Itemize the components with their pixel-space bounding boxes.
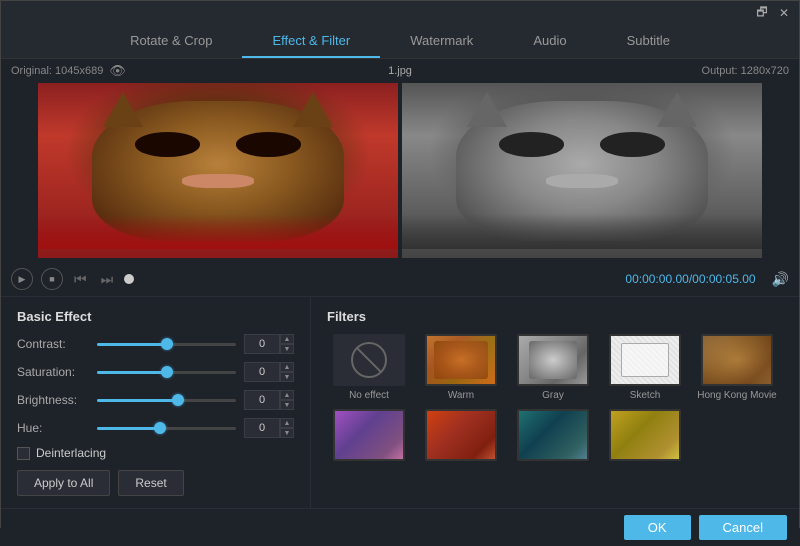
contrast-slider[interactable] [97,336,236,352]
contrast-spin-up[interactable]: ▲ [280,334,294,344]
tab-audio[interactable]: Audio [503,25,596,58]
stop-icon: ■ [49,274,54,284]
filter-warm-thumb [425,334,497,386]
filter-no-effect[interactable]: No effect [327,334,411,401]
close-button[interactable]: ✕ [777,6,791,20]
hue-row: Hue: 0 ▲ ▼ [17,418,294,438]
action-buttons: Apply to All Reset [17,470,294,496]
apply-to-all-button[interactable]: Apply to All [17,470,110,496]
filter-gray[interactable]: Gray [511,334,595,401]
tab-subtitle[interactable]: Subtitle [597,25,700,58]
filter-no-effect-thumb [333,334,405,386]
filter-no-effect-label: No effect [349,390,389,401]
skip-end-button[interactable]: ⏭ [98,269,117,290]
basic-effect-title: Basic Effect [17,309,294,324]
filter-teal[interactable] [511,409,595,465]
filter-hk-thumb [701,334,773,386]
deinterlace-row: Deinterlacing [17,446,294,460]
contrast-label: Contrast: [17,337,89,351]
saturation-label: Saturation: [17,365,89,379]
filter-hk[interactable]: Hong Kong Movie [695,334,779,401]
saturation-value-input[interactable]: 0 ▲ ▼ [244,362,294,382]
contrast-value[interactable]: 0 [244,334,280,354]
filter-sketch-thumb [609,334,681,386]
filter-gray-thumb [517,334,589,386]
saturation-spin-up[interactable]: ▲ [280,362,294,372]
filter-yellow[interactable] [603,409,687,465]
brightness-spin-up[interactable]: ▲ [280,390,294,400]
filter-purple-thumb [333,409,405,461]
filter-orange[interactable] [419,409,503,465]
footer-bar: OK Cancel [1,508,799,546]
tab-effect-filter[interactable]: Effect & Filter [242,25,380,58]
filters-grid: No effect Warm Gray [327,334,783,465]
title-bar: 🗗 ✕ [1,1,799,25]
output-size-label: Output: 1280x720 [702,65,789,77]
no-effect-icon [351,342,387,378]
filter-warm-label: Warm [448,390,474,401]
preview-info: Original: 1045x689 👁 1.jpg Output: 1280x… [1,59,799,83]
preview-eye-icon[interactable]: 👁 [109,63,126,79]
filter-sketch-label: Sketch [630,390,661,401]
filename-label: 1.jpg [388,65,412,77]
saturation-row: Saturation: 0 ▲ ▼ [17,362,294,382]
hue-spin-up[interactable]: ▲ [280,418,294,428]
hue-slider[interactable] [97,420,236,436]
basic-effect-panel: Basic Effect Contrast: 0 ▲ ▼ [1,297,311,508]
preview-original [38,83,398,258]
hue-label: Hue: [17,421,89,435]
saturation-spin-down[interactable]: ▼ [280,372,294,382]
preview-images-container [1,83,799,262]
reset-button[interactable]: Reset [118,470,183,496]
play-button[interactable]: ▶ [11,268,33,290]
tab-rotate-crop[interactable]: Rotate & Crop [100,25,242,58]
saturation-slider[interactable] [97,364,236,380]
filter-yellow-thumb [609,409,681,461]
progress-dot[interactable] [124,274,134,284]
filter-hk-label: Hong Kong Movie [697,390,777,401]
hue-value[interactable]: 0 [244,418,280,438]
minimize-button[interactable]: 🗗 [755,6,769,20]
contrast-value-input[interactable]: 0 ▲ ▼ [244,334,294,354]
filter-teal-thumb [517,409,589,461]
brightness-value[interactable]: 0 [244,390,280,410]
brightness-row: Brightness: 0 ▲ ▼ [17,390,294,410]
skip-start-button[interactable]: ⏮ [71,269,90,290]
stop-button[interactable]: ■ [41,268,63,290]
playback-bar: ▶ ■ ⏮ ⏭ 00:00:00.00/00:00:05.00 🔊 [1,262,799,296]
filter-purple[interactable] [327,409,411,465]
contrast-spin-down[interactable]: ▼ [280,344,294,354]
saturation-value[interactable]: 0 [244,362,280,382]
hue-value-input[interactable]: 0 ▲ ▼ [244,418,294,438]
bottom-panel: Basic Effect Contrast: 0 ▲ ▼ [1,296,799,508]
tab-watermark[interactable]: Watermark [380,25,503,58]
volume-icon[interactable]: 🔊 [772,271,789,288]
play-icon: ▶ [19,274,26,285]
brightness-slider[interactable] [97,392,236,408]
time-display: 00:00:00.00/00:00:05.00 [625,272,755,286]
brightness-spin-down[interactable]: ▼ [280,400,294,410]
deinterlace-label: Deinterlacing [36,446,106,460]
preview-output [402,83,762,258]
original-size-label: Original: 1045x689 [11,65,103,77]
filter-sketch[interactable]: Sketch [603,334,687,401]
filter-warm[interactable]: Warm [419,334,503,401]
filter-gray-label: Gray [542,390,564,401]
brightness-label: Brightness: [17,393,89,407]
tab-bar: Rotate & Crop Effect & Filter Watermark … [1,25,799,59]
deinterlace-checkbox[interactable] [17,447,30,460]
brightness-value-input[interactable]: 0 ▲ ▼ [244,390,294,410]
hue-spin-down[interactable]: ▼ [280,428,294,438]
filter-orange-thumb [425,409,497,461]
filters-title: Filters [327,309,783,324]
filters-panel: Filters No effect Warm [311,297,799,508]
contrast-row: Contrast: 0 ▲ ▼ [17,334,294,354]
